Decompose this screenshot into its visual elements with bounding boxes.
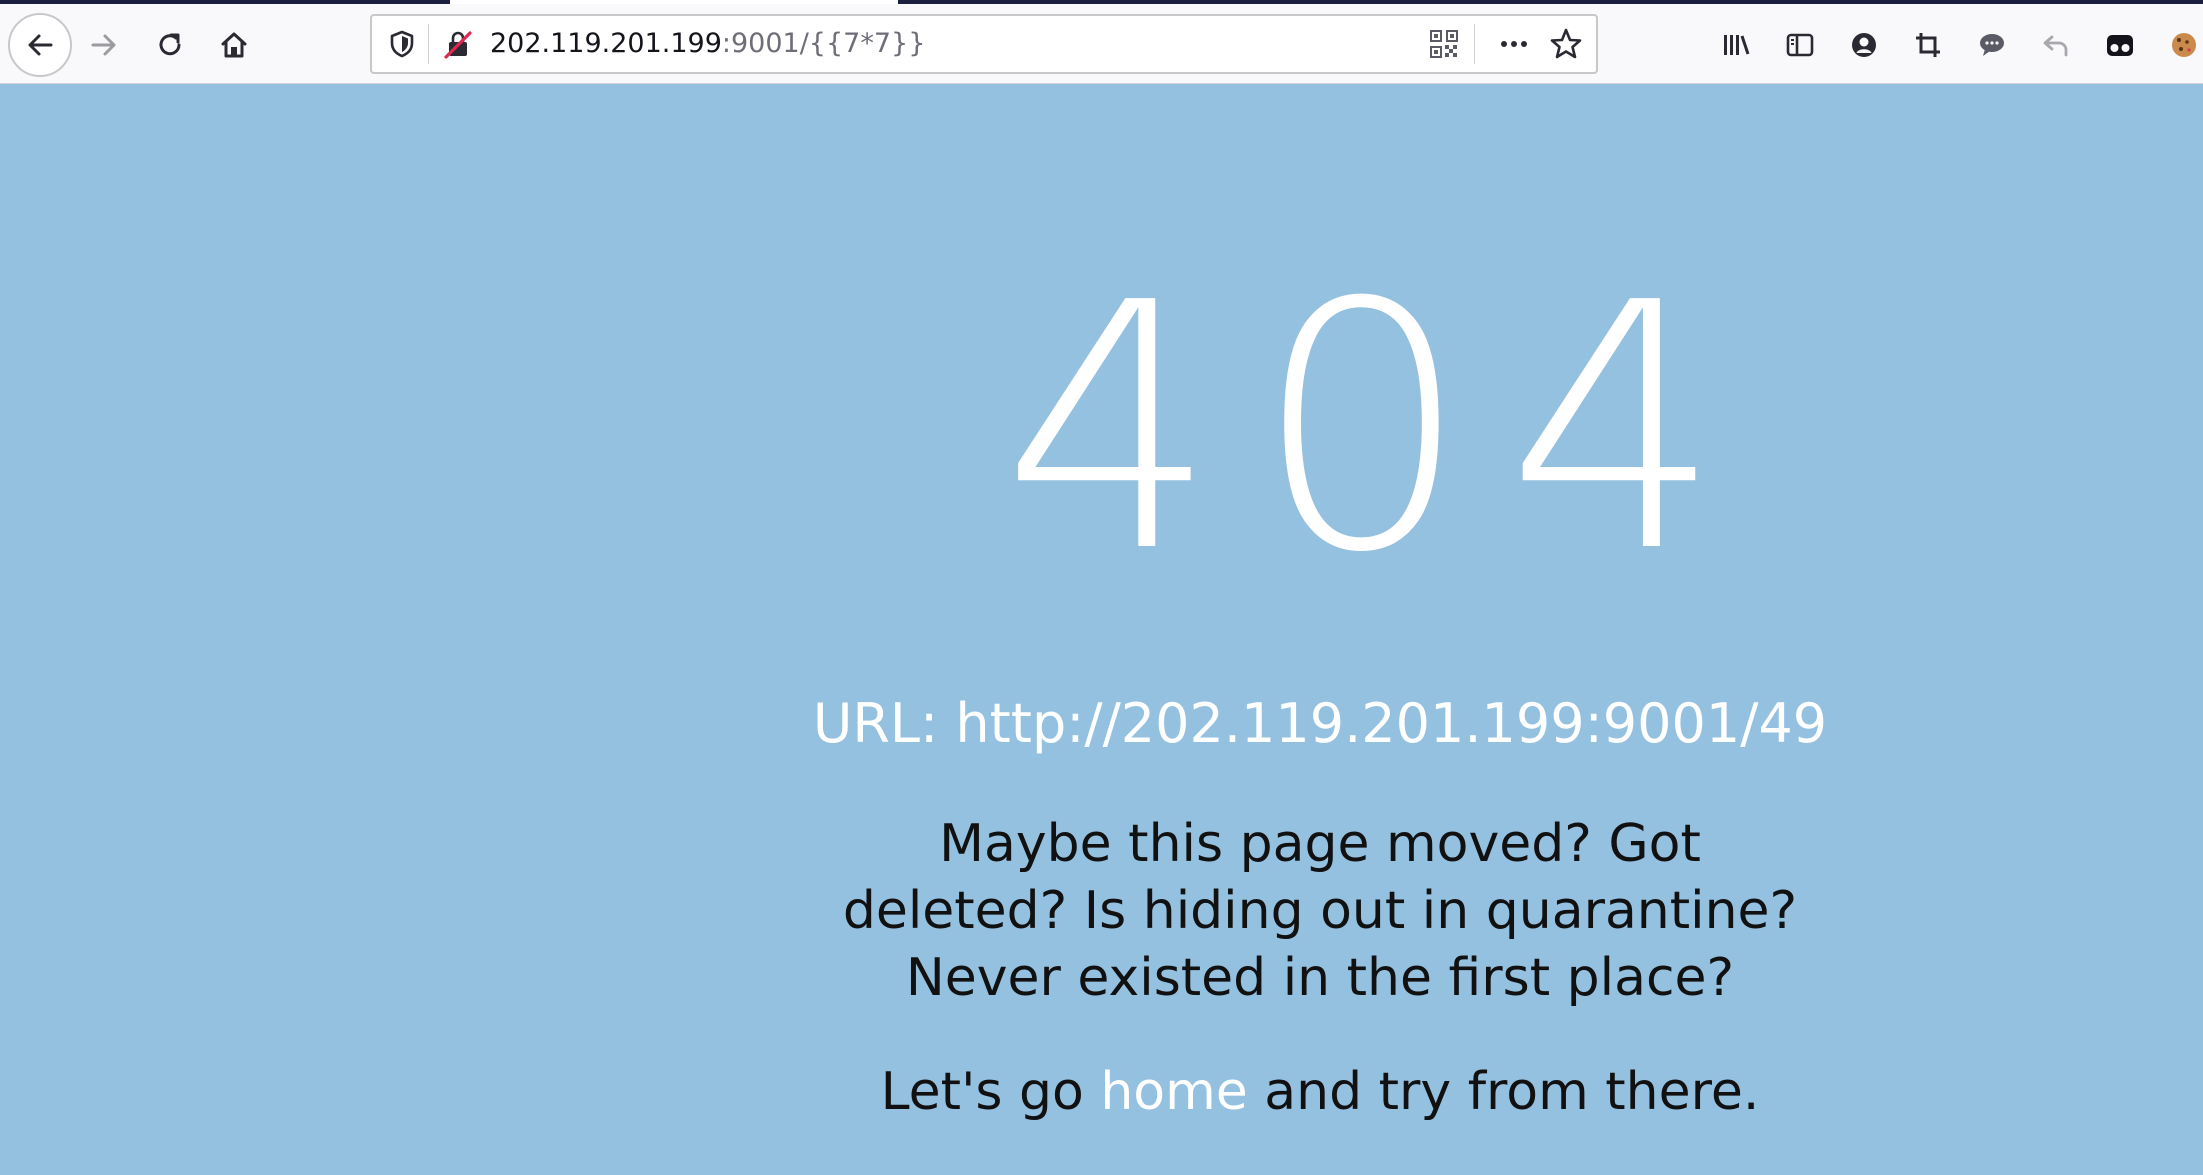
home-suggestion: Let's go home and try from there.: [780, 1062, 1860, 1122]
back-button[interactable]: [8, 13, 72, 77]
home-link[interactable]: home: [1100, 1062, 1247, 1122]
chat-icon[interactable]: [1972, 25, 2012, 65]
screenshot-icon-graphic: [1916, 33, 1940, 57]
url-text[interactable]: 202.119.201.199:9001/{{7*7}}: [490, 16, 925, 72]
address-bar[interactable]: 202.119.201.199:9001/{{7*7}}: [370, 14, 1598, 74]
home-icon: [221, 32, 247, 58]
forward-button[interactable]: [80, 25, 128, 65]
forward-arrow-icon: [91, 34, 116, 56]
error-message: Maybe this page moved? Got deleted? Is h…: [842, 814, 1798, 1008]
bookmark-star-icon[interactable]: [1548, 26, 1584, 62]
chat-icon-graphic: [1980, 34, 2004, 56]
cookie-icon[interactable]: [2164, 25, 2203, 65]
cookie-icon-graphic: [2172, 33, 2196, 57]
more-actions-icon[interactable]: [1494, 28, 1534, 60]
undo-icon[interactable]: [2036, 25, 2076, 65]
reload-button[interactable]: [146, 25, 194, 65]
library-icon-graphic: [1724, 35, 1750, 55]
requested-url-text: URL: http://202.119.201.199:9001/49: [812, 692, 1828, 755]
undo-icon-graphic: [2043, 35, 2068, 57]
account-icon-graphic: [1852, 33, 1876, 57]
home-button[interactable]: [210, 25, 258, 65]
error-code-heading: 404: [1001, 231, 1759, 627]
screenshot-icon[interactable]: [1908, 25, 1948, 65]
back-arrow-icon: [28, 34, 53, 56]
url-host: 202.119.201.199: [490, 28, 722, 59]
qr-code-icon[interactable]: [1428, 28, 1460, 60]
sidebar-icon[interactable]: [1780, 25, 1820, 65]
urlbar-divider: [428, 24, 429, 64]
home-suggestion-suffix: and try from there.: [1247, 1062, 1760, 1122]
home-suggestion-prefix: Let's go: [880, 1062, 1101, 1122]
navigation-toolbar: 202.119.201.199:9001/{{7*7}}: [0, 4, 2203, 84]
shield-icon[interactable]: [386, 28, 418, 60]
sidebar-icon-graphic: [1786, 33, 1814, 57]
reload-icon: [159, 33, 181, 56]
library-icon[interactable]: [1716, 25, 1756, 65]
extension-mask-icon[interactable]: [2100, 25, 2140, 65]
urlbar-divider: [1474, 24, 1475, 64]
error-page: 404 URL: http://202.119.201.199:9001/49 …: [0, 84, 2203, 1175]
account-icon[interactable]: [1844, 25, 1884, 65]
browser-window: 202.119.201.199:9001/{{7*7}} 404 URL: ht…: [0, 0, 2203, 1175]
insecure-lock-icon[interactable]: [442, 28, 474, 60]
extension-mask-icon-graphic: [2107, 35, 2133, 56]
url-path: :9001/{{7*7}}: [721, 28, 926, 59]
